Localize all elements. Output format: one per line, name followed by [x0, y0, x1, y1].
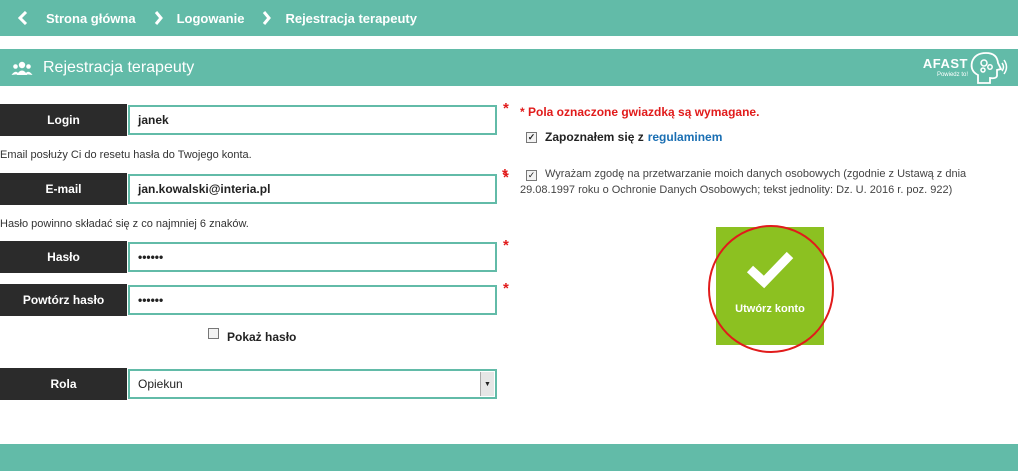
footer-bar	[0, 444, 1018, 471]
consent-row: ✓ Wyrażam zgodę na przetwarzanie moich da…	[520, 166, 1020, 198]
page-title: Rejestracja terapeuty	[43, 58, 195, 76]
highlight-circle	[708, 225, 834, 353]
email-hint: Email posłuży Ci do resetu hasła do Twoj…	[0, 149, 252, 161]
show-password-toggle[interactable]: Pokaż hasło	[208, 327, 297, 344]
dropdown-arrow-icon[interactable]: ▼	[480, 372, 494, 396]
role-selected-value: Opiekun	[138, 377, 183, 391]
back-button[interactable]	[0, 0, 46, 36]
terms-row: ✓ Zapoznałem się z regulaminem	[526, 130, 722, 144]
terms-label: Zapoznałem się z	[545, 130, 644, 144]
role-select[interactable]: Opiekun ▼	[128, 369, 497, 399]
breadcrumb: Strona główna Logowanie Rejestracja tera…	[0, 0, 1018, 36]
password-repeat-input[interactable]: ••••••	[128, 285, 497, 315]
email-label: E-mail	[0, 173, 127, 205]
password-label: Hasło	[0, 241, 127, 273]
speaking-head-icon	[970, 52, 1008, 84]
terms-link[interactable]: regulaminem	[648, 130, 723, 144]
required-fields-note: * Pola oznaczone gwiazdką są wymagane.	[520, 105, 760, 119]
breadcrumb-current-label: Rejestracja terapeuty	[285, 10, 417, 26]
logo-brand: AFAST	[922, 56, 968, 71]
required-marker: *	[503, 237, 509, 254]
password-hint: Hasło powinno składać się z co najmniej …	[0, 218, 249, 230]
chevron-right-icon	[262, 11, 272, 25]
login-input[interactable]: janek	[128, 105, 497, 135]
breadcrumb-login-label[interactable]: Logowanie	[177, 11, 245, 26]
email-input[interactable]: jan.kowalski@interia.pl	[128, 174, 497, 204]
required-marker: *	[503, 100, 509, 117]
required-marker: *	[503, 280, 509, 297]
users-icon	[11, 60, 33, 76]
breadcrumb-home-label[interactable]: Strona główna	[46, 11, 136, 26]
show-password-checkbox[interactable]	[208, 327, 219, 339]
breadcrumb-home[interactable]: Strona główna	[46, 11, 163, 26]
required-marker: *	[502, 166, 508, 183]
section-header: Rejestracja terapeuty AFAST Powiedz to!	[0, 49, 1018, 86]
password-input[interactable]: ••••••	[128, 242, 497, 272]
breadcrumb-current: Rejestracja terapeuty	[285, 11, 417, 26]
chevron-right-icon	[154, 11, 163, 25]
password-repeat-label: Powtórz hasło	[0, 284, 127, 316]
chevron-left-icon	[18, 11, 28, 25]
breadcrumb-login[interactable]: Logowanie	[177, 11, 272, 26]
login-label: Login	[0, 104, 127, 136]
logo-subtitle: Powiedz to!	[936, 72, 968, 78]
afast-logo: AFAST Powiedz to!	[923, 51, 1008, 85]
consent-checkbox[interactable]: ✓	[526, 169, 537, 181]
consent-text: Wyrażam zgodę na przetwarzanie moich dan…	[520, 168, 967, 196]
role-label: Rola	[0, 368, 127, 400]
terms-checkbox[interactable]: ✓	[526, 131, 537, 143]
show-password-label: Pokaż hasło	[227, 330, 297, 344]
